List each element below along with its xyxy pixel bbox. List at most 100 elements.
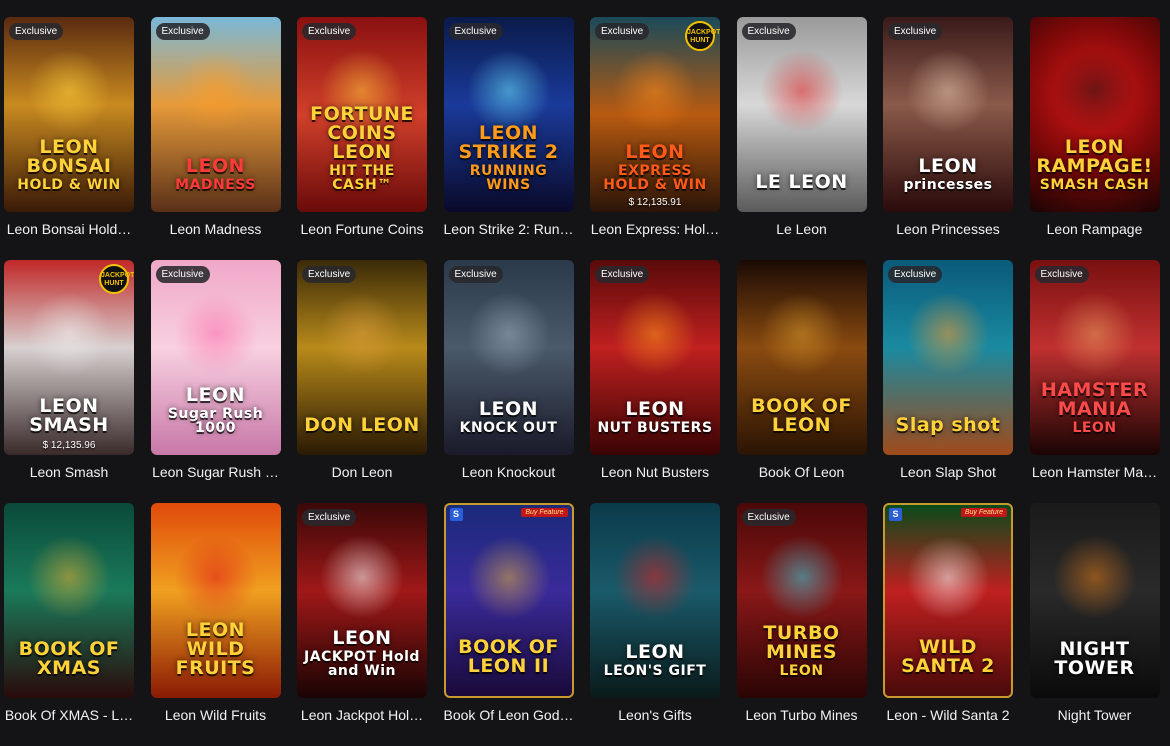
- game-thumbnail[interactable]: Exclusive DON LEON: [297, 260, 427, 455]
- game-card[interactable]: BOOK OF XMAS Book Of XMAS - L…: [4, 503, 134, 746]
- game-thumbnail[interactable]: Exclusive HAMSTER MANIA LEON: [1029, 260, 1160, 455]
- game-card[interactable]: BOOK OF LEON Book Of Leon: [736, 260, 867, 503]
- game-artwork: [27, 535, 111, 620]
- game-thumbnail[interactable]: Exclusive LEON BONSAI HOLD & WIN: [4, 17, 134, 212]
- game-card[interactable]: Exclusive LEON NUT BUSTERS Leon Nut Busters: [590, 260, 720, 503]
- game-thumbnail[interactable]: Exclusive FORTUNE COINS LEON HIT THE CASH™: [297, 17, 427, 212]
- game-title[interactable]: Leon's Gifts: [590, 707, 720, 723]
- game-thumbnail[interactable]: Exclusive LEON princesses: [883, 17, 1013, 212]
- game-card[interactable]: Exclusive LEON JACKPOT Hold and Win Leon Ja…: [297, 503, 427, 746]
- game-thumbnail[interactable]: Exclusive LE LEON: [736, 17, 867, 212]
- jackpot-amount: $ 12,135.96: [42, 440, 96, 451]
- game-thumbnail[interactable]: BOOK OF XMAS: [4, 503, 134, 698]
- game-title[interactable]: Leon Knockout: [444, 464, 574, 480]
- game-thumbnail[interactable]: JACKPOT HUNT LEON SMASH $ 12,135.96: [4, 260, 134, 455]
- game-thumbnail[interactable]: Exclusive LEON KNOCK OUT: [443, 260, 574, 455]
- game-title[interactable]: Leon Turbo Mines: [737, 707, 867, 723]
- game-title[interactable]: Leon Smash: [4, 464, 134, 480]
- game-logo-text: LEON BONSAI: [26, 136, 112, 177]
- game-card[interactable]: Exclusive LEON Sugar Rush 1000 Leon Sugar R…: [150, 260, 281, 503]
- jackpot-amount: $ 12,135.91: [628, 197, 682, 208]
- game-card[interactable]: Exclusive LEON KNOCK OUT Leon Knockout: [443, 260, 574, 503]
- game-logo-subtext: LEON'S GIFT: [603, 663, 707, 679]
- game-artwork: [613, 292, 697, 377]
- game-thumbnail[interactable]: Exclusive LEON STRIKE 2 RUNNING WINS: [443, 17, 574, 212]
- game-card[interactable]: Exclusive LEON princesses Leon Princesses: [883, 17, 1013, 260]
- game-logo-text: BOOK OF XMAS: [18, 638, 120, 679]
- game-card[interactable]: NIGHT TOWER Night Tower: [1029, 503, 1160, 746]
- game-thumbnail[interactable]: Exclusive LEON JACKPOT Hold and Win: [297, 503, 427, 698]
- game-thumbnail[interactable]: Exclusive LEON Sugar Rush 1000: [150, 260, 281, 455]
- game-title[interactable]: Leon Fortune Coins: [297, 221, 427, 237]
- exclusive-badge: Exclusive: [448, 23, 503, 40]
- game-card[interactable]: LEON WILD FRUITS Leon Wild Fruits: [150, 503, 281, 746]
- game-title[interactable]: Leon Wild Fruits: [151, 707, 281, 723]
- game-title[interactable]: Leon Bonsai Hold…: [4, 221, 134, 237]
- game-logo: LEON STRIKE 2 RUNNING WINS: [448, 124, 570, 193]
- game-title[interactable]: Leon Princesses: [883, 221, 1013, 237]
- game-card[interactable]: Exclusive LE LEON Le Leon: [736, 17, 867, 260]
- game-title[interactable]: Don Leon: [297, 464, 427, 480]
- game-logo-text: HAMSTER MANIA: [1040, 379, 1149, 420]
- exclusive-badge: Exclusive: [302, 23, 357, 40]
- game-card[interactable]: Exclusive LEON BONSAI HOLD & WIN Leon Bonsa…: [4, 17, 134, 260]
- game-title[interactable]: Leon Nut Busters: [590, 464, 720, 480]
- game-title[interactable]: Book Of Leon God…: [444, 707, 574, 723]
- game-card[interactable]: LEON RAMPAGE! SMASH CASH Leon Rampage: [1029, 17, 1160, 260]
- game-artwork: [906, 49, 990, 134]
- game-title[interactable]: Leon Sugar Rush …: [151, 464, 281, 480]
- game-card[interactable]: Buy Feature S WILD SANTA 2 Leon - Wild Sant…: [883, 503, 1013, 746]
- exclusive-badge: Exclusive: [595, 23, 650, 40]
- game-card[interactable]: Exclusive TURBO MINES LEON Leon Turbo Mines: [736, 503, 867, 746]
- game-thumbnail[interactable]: BOOK OF LEON: [736, 260, 867, 455]
- game-title[interactable]: Leon Slap Shot: [883, 464, 1013, 480]
- game-thumbnail[interactable]: Buy Feature S WILD SANTA 2: [883, 503, 1013, 698]
- game-logo: LEON Sugar Rush 1000: [155, 386, 277, 436]
- game-thumbnail[interactable]: Buy Feature S BOOK OF LEON II: [443, 503, 574, 698]
- game-card[interactable]: Exclusive JACKPOT HUNT LEON EXPRESS HOLD & …: [590, 17, 720, 260]
- game-card[interactable]: Exclusive FORTUNE COINS LEON HIT THE CASH™…: [297, 17, 427, 260]
- game-logo-text: LEON: [332, 627, 392, 649]
- game-title[interactable]: Leon Jackpot Hol…: [297, 707, 427, 723]
- game-logo-subtext: LEON: [1072, 420, 1117, 436]
- game-card[interactable]: Exclusive LEON STRIKE 2 RUNNING WINS Leon S…: [443, 17, 574, 260]
- game-logo-text: DON LEON: [304, 414, 420, 436]
- game-title[interactable]: Le Leon: [737, 221, 867, 237]
- game-card[interactable]: Exclusive LEON MADNESS Leon Madness: [150, 17, 281, 260]
- game-thumbnail[interactable]: LEON RAMPAGE! SMASH CASH: [1029, 17, 1160, 212]
- game-card[interactable]: Exclusive DON LEON Don Leon: [297, 260, 427, 503]
- game-title[interactable]: Leon - Wild Santa 2: [883, 707, 1013, 723]
- game-title[interactable]: Leon Madness: [151, 221, 281, 237]
- game-logo-text: LEON: [625, 641, 685, 663]
- game-thumbnail[interactable]: Exclusive LEON MADNESS: [150, 17, 281, 212]
- game-thumbnail[interactable]: Exclusive LEON NUT BUSTERS: [590, 260, 720, 455]
- game-logo-subtext: JACKPOT Hold and Win: [304, 649, 420, 679]
- game-title[interactable]: Leon Express: Hol…: [590, 221, 720, 237]
- game-thumbnail[interactable]: LEON LEON'S GIFT: [590, 503, 720, 698]
- game-logo: LEON MADNESS: [155, 157, 277, 193]
- game-card[interactable]: Buy Feature S BOOK OF LEON II Book Of Leon …: [443, 503, 574, 746]
- game-title[interactable]: Leon Hamster Ma…: [1030, 464, 1160, 480]
- game-title[interactable]: Leon Rampage: [1030, 221, 1160, 237]
- game-card[interactable]: LEON LEON'S GIFT Leon's Gifts: [590, 503, 720, 746]
- exclusive-badge: Exclusive: [888, 266, 943, 283]
- game-title[interactable]: Book Of XMAS - L…: [4, 707, 134, 723]
- buy-feature-badge: Buy Feature: [960, 508, 1007, 517]
- game-thumbnail[interactable]: Exclusive JACKPOT HUNT LEON EXPRESS HOLD & …: [590, 17, 720, 212]
- game-logo-text: LEON: [918, 155, 978, 177]
- game-artwork: [320, 292, 404, 377]
- game-card[interactable]: JACKPOT HUNT LEON SMASH $ 12,135.96 Leon Sm…: [4, 260, 134, 503]
- exclusive-badge: Exclusive: [9, 23, 64, 40]
- game-thumbnail[interactable]: LEON WILD FRUITS: [150, 503, 281, 698]
- game-thumbnail[interactable]: Exclusive TURBO MINES LEON: [736, 503, 867, 698]
- game-title[interactable]: Book Of Leon: [737, 464, 867, 480]
- game-logo-subtext: MADNESS: [175, 177, 256, 193]
- game-card[interactable]: Exclusive HAMSTER MANIA LEON Leon Hamster M…: [1029, 260, 1160, 503]
- game-thumbnail[interactable]: NIGHT TOWER: [1029, 503, 1160, 698]
- game-thumbnail[interactable]: Exclusive Slap shot: [883, 260, 1013, 455]
- game-logo-text: FORTUNE COINS LEON: [310, 103, 414, 163]
- game-card[interactable]: Exclusive Slap shot Leon Slap Shot: [883, 260, 1013, 503]
- game-logo: FORTUNE COINS LEON HIT THE CASH™: [301, 103, 423, 193]
- game-title[interactable]: Night Tower: [1030, 707, 1160, 723]
- game-title[interactable]: Leon Strike 2: Run…: [444, 221, 574, 237]
